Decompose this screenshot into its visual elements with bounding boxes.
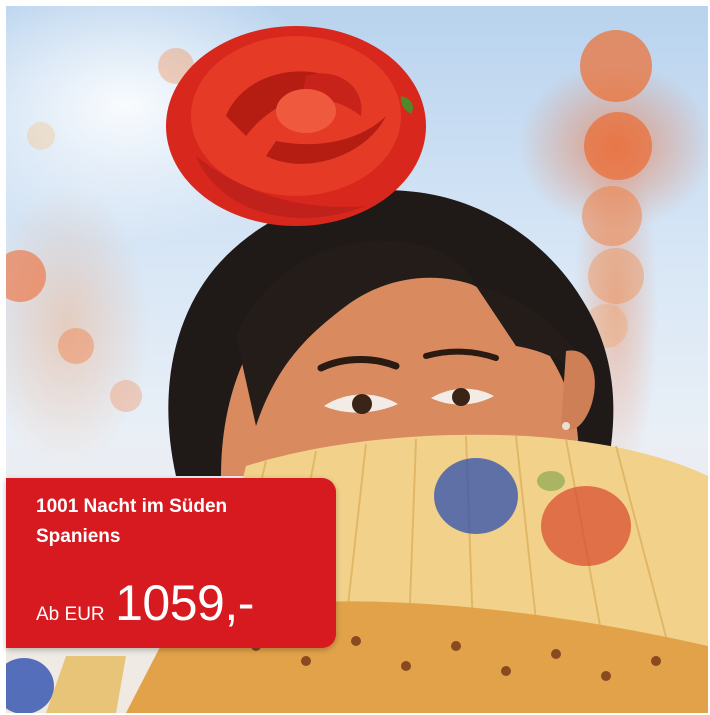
price-value: 1059,-: [115, 575, 254, 631]
offer-title: 1001 Nacht im Süden Spaniens: [36, 496, 228, 547]
offer-card[interactable]: 1001 Nacht im Süden Spaniens Ab EUR 1059…: [0, 0, 710, 715]
price-card[interactable]: 1001 Nacht im Süden Spaniens Ab EUR 1059…: [6, 478, 336, 648]
price-row: Ab EUR 1059,-: [36, 574, 254, 632]
price-prefix: Ab EUR: [36, 604, 105, 625]
